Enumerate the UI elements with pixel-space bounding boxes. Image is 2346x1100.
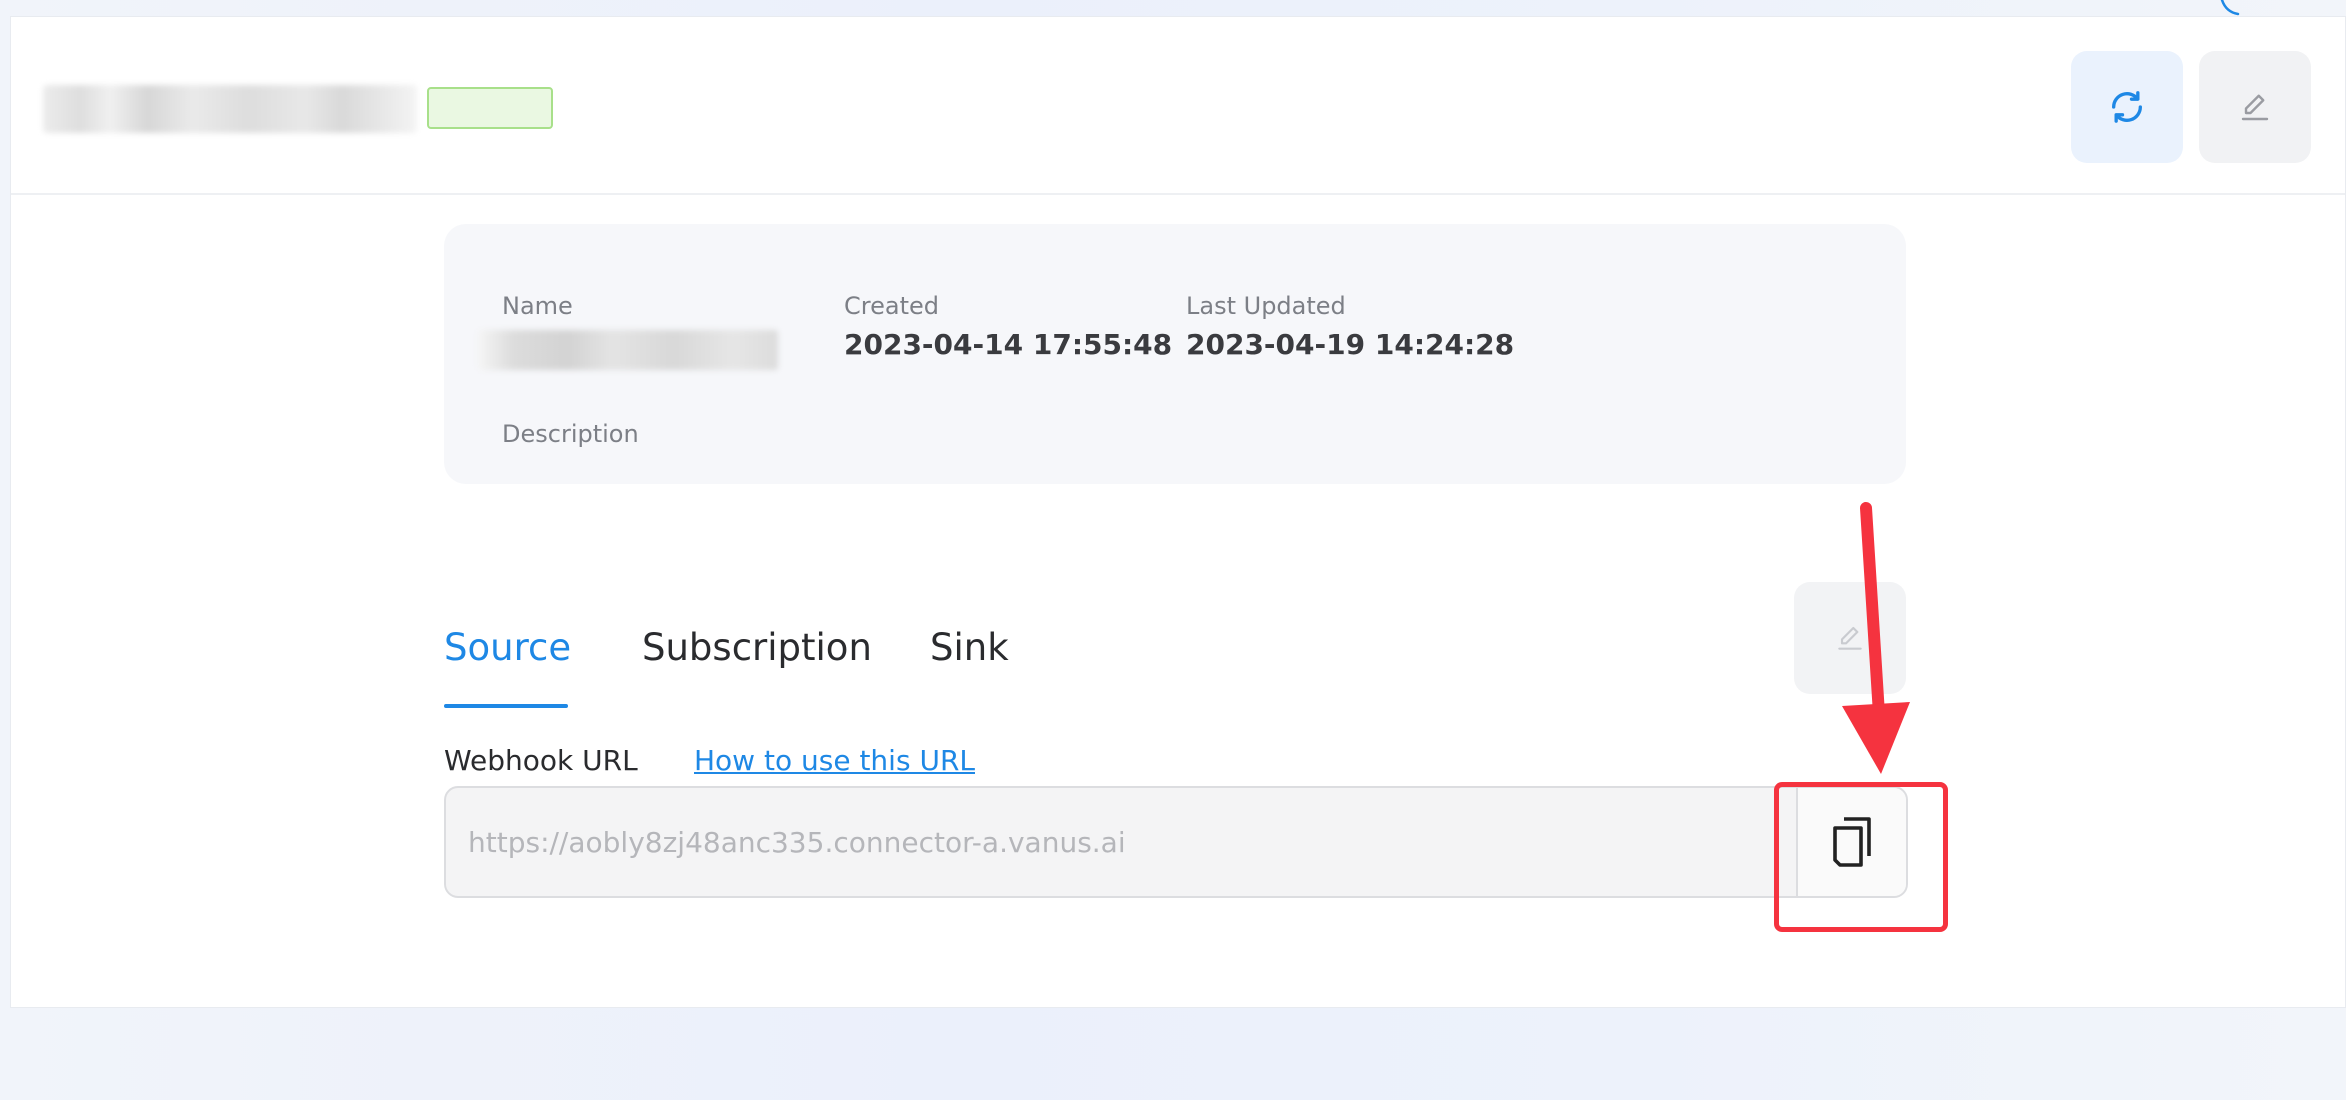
last-updated-value: 2023-04-19 14:24:28 — [1186, 328, 1515, 361]
tab-bar: Source Subscription Sink — [444, 616, 1144, 708]
refresh-button[interactable] — [2071, 51, 2183, 163]
webhook-url-input[interactable] — [446, 788, 1798, 896]
refresh-icon — [2112, 91, 2142, 123]
webhook-url-label: Webhook URL — [444, 744, 638, 777]
how-to-use-url-link[interactable]: How to use this URL — [694, 744, 975, 777]
page-title-redacted — [43, 85, 417, 133]
info-panel: Name Created 2023-04-14 17:55:48 Last Up… — [444, 224, 1906, 484]
active-tab-indicator — [444, 704, 568, 708]
description-label: Description — [502, 420, 639, 448]
created-value: 2023-04-14 17:55:48 — [844, 328, 1173, 361]
annotation-highlight-box — [1774, 782, 1948, 932]
tab-source[interactable]: Source — [444, 626, 571, 669]
webhook-url-field — [444, 786, 1908, 898]
pencil-icon — [1838, 626, 1862, 650]
edit-button[interactable] — [2199, 51, 2311, 163]
last-updated-label: Last Updated — [1186, 292, 1346, 320]
page-header — [11, 17, 2345, 195]
tab-sink[interactable]: Sink — [930, 626, 1009, 669]
corner-decoration — [2220, 0, 2240, 16]
pencil-icon — [2241, 94, 2269, 121]
name-label: Name — [502, 292, 573, 320]
created-label: Created — [844, 292, 939, 320]
tab-subscription[interactable]: Subscription — [642, 626, 872, 669]
source-edit-button[interactable] — [1794, 582, 1906, 694]
status-badge — [427, 87, 553, 129]
name-value-redacted — [478, 330, 778, 370]
